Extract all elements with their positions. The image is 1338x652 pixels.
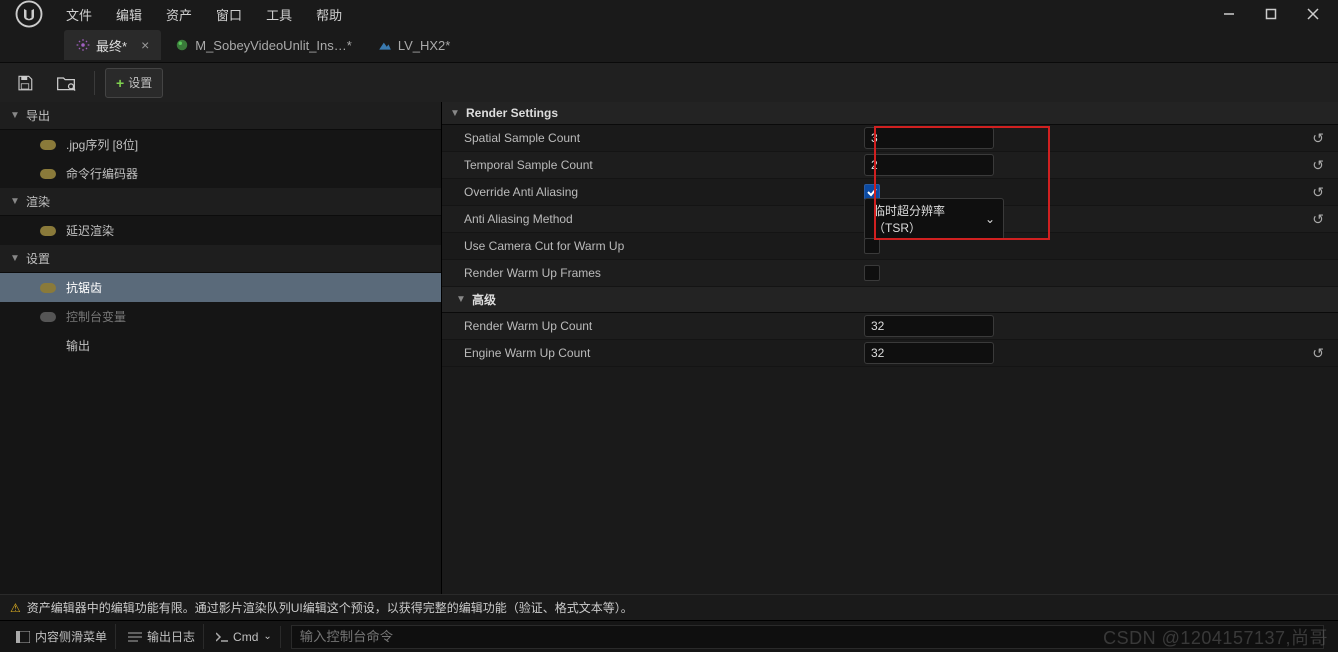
- menu-window[interactable]: 窗口: [204, 1, 254, 28]
- caret-down-icon: ▼: [456, 294, 466, 305]
- gear-icon: [76, 38, 90, 52]
- tab-material[interactable]: M_SobeyVideoUnlit_Ins…*: [163, 30, 364, 60]
- minimize-button[interactable]: [1208, 0, 1250, 28]
- menu-asset[interactable]: 资产: [154, 1, 204, 28]
- toggle-icon[interactable]: [40, 312, 56, 322]
- tab-label: 最终*: [96, 36, 127, 55]
- ue-logo: [4, 0, 54, 28]
- tab-preset[interactable]: 最终* ×: [64, 30, 161, 60]
- row-engine-warmup-count: Engine Warm Up Count ↺: [442, 340, 1338, 367]
- menu-file[interactable]: 文件: [54, 1, 104, 28]
- spatial-sample-input[interactable]: [864, 127, 994, 149]
- menu-help[interactable]: 帮助: [304, 1, 354, 28]
- engine-warmup-input[interactable]: [864, 342, 994, 364]
- toolbar: + 设置: [0, 62, 1338, 102]
- output-log-button[interactable]: 输出日志: [120, 624, 204, 649]
- log-icon: [128, 631, 142, 643]
- save-button[interactable]: [8, 68, 42, 98]
- details-panel: ▼Render Settings Spatial Sample Count ↺ …: [442, 102, 1338, 594]
- tree-item-jpg[interactable]: .jpg序列 [8位]: [0, 130, 441, 159]
- cmd-icon: [216, 631, 228, 643]
- aa-method-combo[interactable]: 临时超分辨率（TSR）⌄: [864, 198, 1004, 240]
- tree-section-export[interactable]: ▼导出: [0, 102, 441, 130]
- browse-button[interactable]: [48, 68, 84, 98]
- caret-down-icon: ▼: [450, 108, 460, 119]
- tab-level[interactable]: LV_HX2*: [366, 30, 463, 60]
- tree-section-render[interactable]: ▼渲染: [0, 188, 441, 216]
- maximize-button[interactable]: [1250, 0, 1292, 28]
- drawer-icon: [16, 631, 30, 643]
- material-icon: [175, 38, 189, 52]
- content-drawer-button[interactable]: 内容侧滑菜单: [8, 624, 116, 649]
- caret-down-icon: ▼: [10, 110, 20, 121]
- cmd-selector[interactable]: Cmd ⌄: [208, 626, 281, 648]
- tree-item-cli-encoder[interactable]: 命令行编码器: [0, 159, 441, 188]
- tab-bar: 最终* × M_SobeyVideoUnlit_Ins…* LV_HX2*: [0, 28, 1338, 62]
- chevron-down-icon: ⌄: [263, 631, 271, 642]
- menu-tools[interactable]: 工具: [254, 1, 304, 28]
- caret-down-icon: ▼: [10, 253, 20, 264]
- console-input[interactable]: [291, 625, 1324, 649]
- toggle-icon[interactable]: [40, 283, 56, 293]
- tab-label: M_SobeyVideoUnlit_Ins…*: [195, 38, 352, 53]
- tree-item-console-vars[interactable]: 控制台变量: [0, 302, 441, 331]
- row-temporal-sample: Temporal Sample Count ↺: [442, 152, 1338, 179]
- reset-icon[interactable]: ↺: [1306, 345, 1330, 362]
- camera-cut-checkbox[interactable]: [864, 238, 880, 254]
- tab-label: LV_HX2*: [398, 38, 451, 53]
- warning-text: 资产编辑器中的编辑功能有限。通过影片渲染队列UI编辑这个预设，以获得完整的编辑功…: [27, 599, 633, 616]
- row-camera-cut: Use Camera Cut for Warm Up: [442, 233, 1338, 260]
- settings-label: 设置: [128, 74, 152, 91]
- reset-icon[interactable]: ↺: [1306, 157, 1330, 174]
- menu-bar: 文件 编辑 资产 窗口 工具 帮助: [0, 0, 1338, 28]
- plus-icon: +: [116, 75, 124, 91]
- tree-item-output[interactable]: 输出: [0, 331, 441, 360]
- warning-icon: ⚠: [10, 601, 21, 615]
- level-icon: [378, 38, 392, 52]
- row-spatial-sample: Spatial Sample Count ↺: [442, 125, 1338, 152]
- window-controls: [1208, 0, 1334, 28]
- caret-down-icon: ▼: [10, 196, 20, 207]
- toggle-icon[interactable]: [40, 140, 56, 150]
- row-render-warmup-frames: Render Warm Up Frames: [442, 260, 1338, 287]
- toggle-icon[interactable]: [40, 226, 56, 236]
- render-warmup-input[interactable]: [864, 315, 994, 337]
- status-bar: 内容侧滑菜单 输出日志 Cmd ⌄ CSDN @1204157137,尚哥: [0, 620, 1338, 652]
- toggle-icon[interactable]: [40, 169, 56, 179]
- reset-icon[interactable]: ↺: [1306, 184, 1330, 201]
- tree-item-antialias[interactable]: 抗锯齿: [0, 273, 441, 302]
- category-tree: ▼导出 .jpg序列 [8位] 命令行编码器 ▼渲染 延迟渲染 ▼设置 抗锯齿 …: [0, 102, 442, 594]
- advanced-header[interactable]: ▼高级: [442, 287, 1338, 313]
- chevron-down-icon: ⌄: [985, 212, 995, 226]
- temporal-sample-input[interactable]: [864, 154, 994, 176]
- menu-edit[interactable]: 编辑: [104, 1, 154, 28]
- details-header[interactable]: ▼Render Settings: [442, 102, 1338, 125]
- render-warmup-checkbox[interactable]: [864, 265, 880, 281]
- reset-icon[interactable]: ↺: [1306, 211, 1330, 228]
- tree-section-settings[interactable]: ▼设置: [0, 245, 441, 273]
- settings-button[interactable]: + 设置: [105, 68, 163, 98]
- warning-bar: ⚠ 资产编辑器中的编辑功能有限。通过影片渲染队列UI编辑这个预设，以获得完整的编…: [0, 594, 1338, 620]
- tree-item-deferred[interactable]: 延迟渲染: [0, 216, 441, 245]
- row-render-warmup-count: Render Warm Up Count: [442, 313, 1338, 340]
- reset-icon[interactable]: ↺: [1306, 130, 1330, 147]
- close-icon[interactable]: ×: [141, 37, 149, 53]
- close-button[interactable]: [1292, 0, 1334, 28]
- row-aa-method: Anti Aliasing Method 临时超分辨率（TSR）⌄ ↺: [442, 206, 1338, 233]
